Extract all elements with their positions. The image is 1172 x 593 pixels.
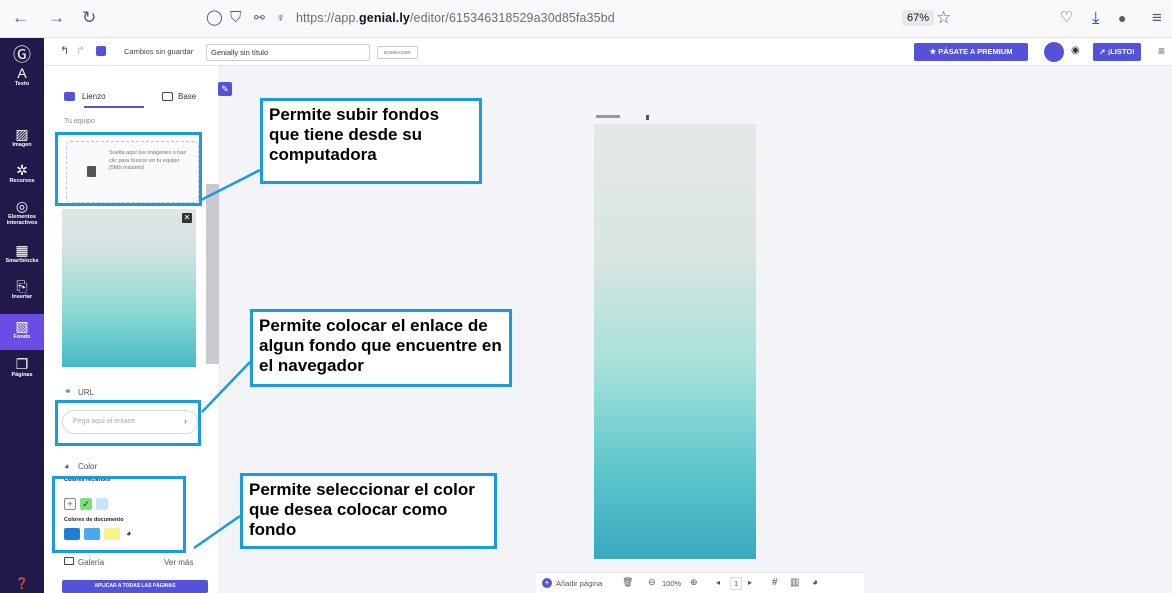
callout-color: Permite seleccionar el color que desea c… <box>240 473 497 549</box>
connector-line <box>201 361 251 413</box>
callout-connectors <box>193 168 261 550</box>
connector-line <box>193 514 241 550</box>
callout-upload: Permite subir fondos que tiene desde su … <box>260 98 482 184</box>
connector-line <box>200 168 261 202</box>
callout-url: Permite colocar el enlace de algun fondo… <box>250 309 512 387</box>
